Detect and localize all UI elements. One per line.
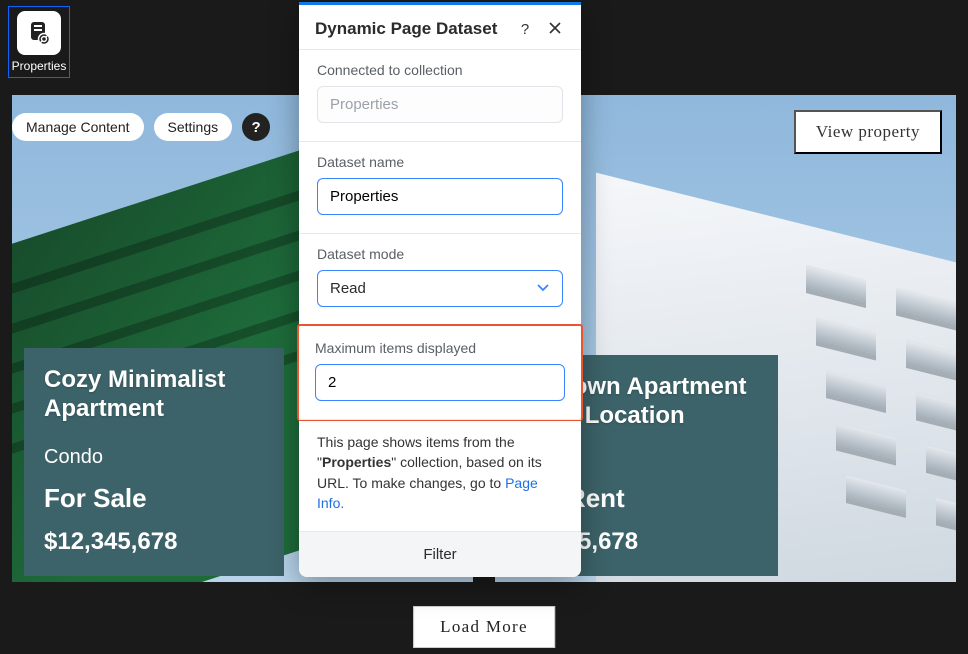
panel-help-icon[interactable]: ? (515, 21, 535, 38)
panel-note: This page shows items from the "Properti… (317, 432, 563, 513)
dataset-mode-value: Read (330, 280, 366, 297)
properties-element-badge[interactable]: Properties (8, 6, 70, 78)
panel-title: Dynamic Page Dataset (315, 19, 515, 39)
listing-price: $12,345,678 (44, 528, 264, 556)
dataset-name-label: Dataset name (317, 154, 563, 170)
properties-badge-label: Properties (12, 59, 67, 73)
max-items-highlight: Maximum items displayed (297, 324, 583, 421)
listing-type: Condo (44, 446, 264, 469)
max-items-label: Maximum items displayed (315, 340, 565, 356)
listing-card: Cozy Minimalist Apartment Condo For Sale… (24, 348, 284, 576)
connected-collection-field (317, 86, 563, 123)
load-more-button[interactable]: Load More (413, 606, 555, 648)
chevron-down-icon (536, 280, 550, 297)
max-items-input[interactable] (315, 364, 565, 401)
settings-button[interactable]: Settings (154, 113, 233, 141)
dataset-name-input[interactable] (317, 178, 563, 215)
listing-title: Cozy Minimalist Apartment (44, 366, 264, 424)
manage-content-button[interactable]: Manage Content (12, 113, 144, 141)
dataset-icon (17, 11, 61, 55)
listing-status: For Sale (44, 483, 264, 514)
dataset-settings-panel: Dynamic Page Dataset ? Connected to coll… (299, 2, 581, 577)
view-property-button[interactable]: View property (794, 110, 942, 154)
close-icon[interactable] (545, 21, 565, 38)
connected-collection-label: Connected to collection (317, 62, 563, 78)
dataset-mode-label: Dataset mode (317, 246, 563, 262)
dataset-mode-select[interactable]: Read (317, 270, 563, 307)
help-icon[interactable]: ? (242, 113, 270, 141)
filter-button[interactable]: Filter (299, 531, 581, 577)
